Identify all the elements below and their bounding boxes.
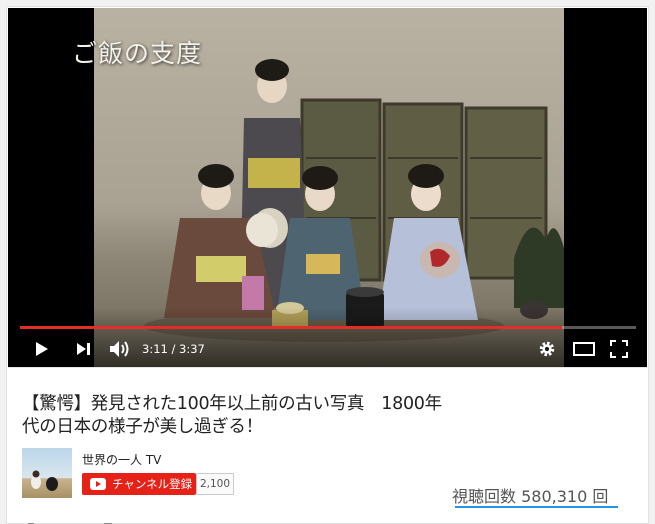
video-player[interactable]: ご飯の支度 3:11 / 3:37 bbox=[8, 8, 647, 367]
duration: 3:37 bbox=[179, 342, 205, 356]
subscribe-label: チャンネル登録 bbox=[112, 477, 193, 491]
play-button[interactable] bbox=[32, 335, 52, 363]
player-divider bbox=[8, 367, 647, 368]
next-button[interactable] bbox=[74, 335, 94, 363]
theater-mode-button[interactable] bbox=[572, 335, 596, 363]
subscribe-button[interactable]: チャンネル登録 bbox=[82, 473, 196, 495]
video-caption: ご飯の支度 bbox=[72, 39, 203, 68]
current-time: 3:11 bbox=[142, 342, 168, 356]
video-title-line-1: 【驚愕】発見された100年以上前の古い写真 1800年 bbox=[22, 394, 442, 414]
settings-button[interactable] bbox=[536, 335, 558, 363]
video-title: 【驚愕】発見された100年以上前の古い写真 1800年 代の日本の様子が美し過ぎ… bbox=[22, 393, 492, 439]
like-ratio-bar bbox=[455, 506, 618, 508]
page-background: ご飯の支度 3:11 / 3:37 【驚愕】発見された100年以上前の古い写真 … bbox=[0, 0, 655, 524]
volume-icon bbox=[110, 341, 129, 357]
channel-name[interactable]: 世界の一人 TV bbox=[82, 451, 161, 468]
volume-button[interactable] bbox=[108, 335, 132, 363]
avatar-image bbox=[31, 470, 58, 491]
theater-mode-icon bbox=[573, 342, 595, 356]
next-icon bbox=[77, 343, 90, 355]
time-separator: / bbox=[171, 342, 176, 356]
view-count: 視聴回数 580,310 回 bbox=[452, 487, 609, 506]
fullscreen-button[interactable] bbox=[608, 335, 630, 363]
channel-avatar[interactable] bbox=[22, 448, 72, 498]
video-title-line-2: 代の日本の様子が美し過ぎる！ bbox=[22, 417, 263, 437]
hand-fan bbox=[246, 213, 278, 247]
action-buttons-row bbox=[20, 515, 640, 524]
youtube-play-icon bbox=[90, 478, 106, 490]
progress-bar[interactable] bbox=[20, 326, 636, 329]
gear-icon bbox=[539, 341, 555, 357]
subscriber-count: 2,100 bbox=[196, 473, 234, 495]
potted-plant bbox=[514, 227, 564, 319]
time-display: 3:11 / 3:37 bbox=[142, 342, 205, 356]
progress-played bbox=[20, 326, 563, 329]
play-icon bbox=[36, 342, 48, 356]
fullscreen-icon bbox=[610, 340, 628, 358]
